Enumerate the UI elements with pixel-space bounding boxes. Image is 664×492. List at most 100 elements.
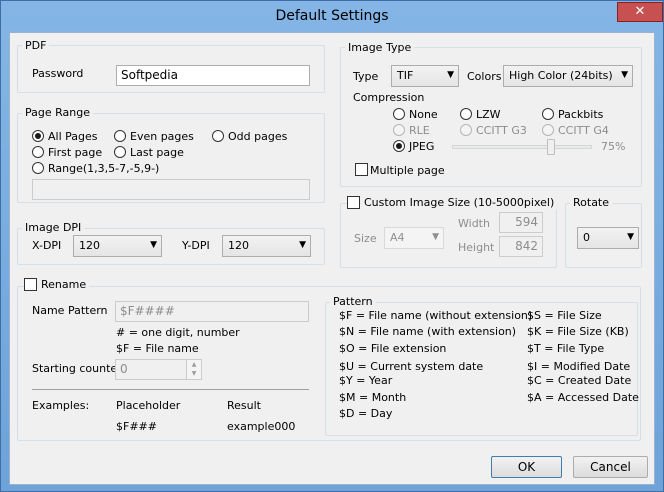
compression-jpeg-radio[interactable] (393, 140, 405, 152)
password-label: Password (32, 67, 84, 80)
starting-counter-spinner[interactable]: ▲ ▼ (186, 359, 202, 380)
first-page-label: First page (48, 146, 103, 159)
compression-lzw-label: LZW (476, 108, 501, 121)
starting-counter-input[interactable]: 0 (115, 359, 187, 380)
placeholder-example: $F### (116, 420, 157, 433)
chevron-down-icon: ▼ (299, 240, 306, 250)
xdpi-label: X-DPI (32, 239, 62, 252)
jpeg-quality-value: 75% (601, 140, 626, 153)
image-type-group-label: Image Type (345, 41, 415, 54)
image-dpi-group-label: Image DPI (22, 221, 85, 234)
pdf-group-label: PDF (22, 39, 50, 52)
pattern-item: $M = Month (339, 391, 407, 404)
chevron-down-icon: ▼ (432, 232, 439, 242)
size-select[interactable]: A4 ▼ (384, 227, 444, 249)
dialog-window: Default Settings ✕ PDF Password Softpedi… (0, 0, 664, 492)
pattern-item: $S = File Size (527, 309, 602, 322)
chevron-down-icon: ▼ (191, 370, 197, 377)
close-button[interactable]: ✕ (617, 2, 663, 22)
compression-packbits-radio[interactable] (542, 108, 554, 120)
height-label: Height (458, 241, 495, 254)
name-pattern-hint-digit: # = one digit, number (116, 326, 240, 339)
custom-size-checkbox[interactable] (347, 196, 360, 209)
compression-jpeg-label: JPEG (409, 140, 435, 153)
pattern-item: $C = Created Date (527, 374, 632, 387)
width-input[interactable]: 594 (499, 212, 543, 233)
password-input[interactable]: Softpedia (116, 65, 310, 86)
rename-checkbox[interactable] (24, 278, 37, 291)
compression-lzw-radio[interactable] (460, 108, 472, 120)
compression-ccitt-g4-label: CCITT G4 (558, 124, 609, 137)
type-value: TIF (397, 69, 414, 82)
custom-size-label: Custom Image Size (10-5000pixel) (361, 196, 558, 209)
rename-label: Rename (38, 278, 90, 291)
compression-packbits-label: Packbits (558, 108, 604, 121)
width-label: Width (458, 217, 490, 230)
title-bar[interactable]: Default Settings ✕ (1, 1, 663, 32)
result-example: example000 (227, 420, 296, 433)
chevron-down-icon: ▼ (621, 70, 628, 80)
colors-value: High Color (24bits) (509, 69, 613, 82)
colors-label: Colors (467, 70, 502, 83)
rotate-group-label: Rotate (570, 196, 613, 209)
compression-ccitt-g3-label: CCITT G3 (476, 124, 527, 137)
placeholder-header: Placeholder (116, 399, 181, 412)
pattern-item: $F = File name (without extension) (339, 309, 533, 322)
ydpi-value: 120 (228, 239, 249, 252)
compression-ccitt-g3-radio[interactable] (460, 124, 472, 136)
dialog-client: PDF Password Softpedia Page Range All Pa… (9, 32, 655, 485)
compression-rle-label: RLE (409, 124, 430, 137)
jpeg-quality-slider[interactable] (452, 145, 592, 149)
type-label: Type (353, 70, 379, 83)
all-pages-radio[interactable] (32, 130, 44, 142)
examples-label: Examples: (32, 399, 90, 412)
pattern-item: $K = File Size (KB) (527, 325, 629, 338)
xdpi-select[interactable]: 120 ▼ (73, 235, 162, 257)
window-title: Default Settings (275, 8, 389, 24)
pattern-item: $N = File name (with extension) (339, 325, 517, 338)
size-label: Size (354, 232, 377, 245)
compression-rle-radio[interactable] (393, 124, 405, 136)
ydpi-select[interactable]: 120 ▼ (222, 235, 311, 257)
pattern-item: $T = File Type (527, 342, 605, 355)
pattern-item: $U = Current system date (339, 360, 484, 373)
result-header: Result (227, 399, 261, 412)
chevron-down-icon: ▼ (627, 232, 634, 242)
range-input[interactable] (32, 179, 310, 200)
compression-none-radio[interactable] (393, 108, 405, 120)
colors-select[interactable]: High Color (24bits) ▼ (503, 65, 633, 87)
ydpi-label: Y-DPI (182, 239, 210, 252)
ok-button[interactable]: OK (491, 456, 562, 478)
page-range-group-label: Page Range (22, 106, 93, 119)
even-pages-radio[interactable] (114, 130, 126, 142)
pattern-item: $Y = Year (339, 374, 393, 387)
pattern-item: $A = Accessed Date (527, 391, 639, 404)
pattern-item: $I = Modified Date (527, 360, 631, 373)
first-page-radio[interactable] (32, 146, 44, 158)
compression-none-label: None (409, 108, 438, 121)
compression-ccitt-g4-radio[interactable] (542, 124, 554, 136)
starting-counter-label: Starting counter (32, 362, 122, 375)
odd-pages-radio[interactable] (212, 130, 224, 142)
all-pages-label: All Pages (48, 130, 98, 143)
last-page-label: Last page (130, 146, 184, 159)
rotate-value: 0 (583, 231, 590, 244)
range-radio[interactable] (32, 162, 44, 174)
cancel-button[interactable]: Cancel (573, 456, 648, 478)
jpeg-quality-slider-thumb[interactable] (547, 139, 555, 155)
range-label: Range(1,3,5-7,-5,9-) (48, 162, 160, 175)
pattern-group-label: Pattern (330, 295, 376, 308)
pattern-item: $O = File extension (339, 342, 447, 355)
multiple-page-checkbox[interactable] (355, 163, 368, 176)
odd-pages-label: Odd pages (228, 130, 288, 143)
chevron-down-icon: ▼ (447, 70, 454, 80)
even-pages-label: Even pages (130, 130, 194, 143)
height-input[interactable]: 842 (499, 236, 543, 257)
type-select[interactable]: TIF ▼ (391, 65, 459, 87)
rotate-select[interactable]: 0 ▼ (577, 227, 639, 249)
name-pattern-input[interactable]: $F#### (115, 301, 309, 322)
last-page-radio[interactable] (114, 146, 126, 158)
chevron-down-icon: ▼ (150, 240, 157, 250)
name-pattern-hint-filename: $F = File name (116, 342, 199, 355)
xdpi-value: 120 (79, 239, 100, 252)
